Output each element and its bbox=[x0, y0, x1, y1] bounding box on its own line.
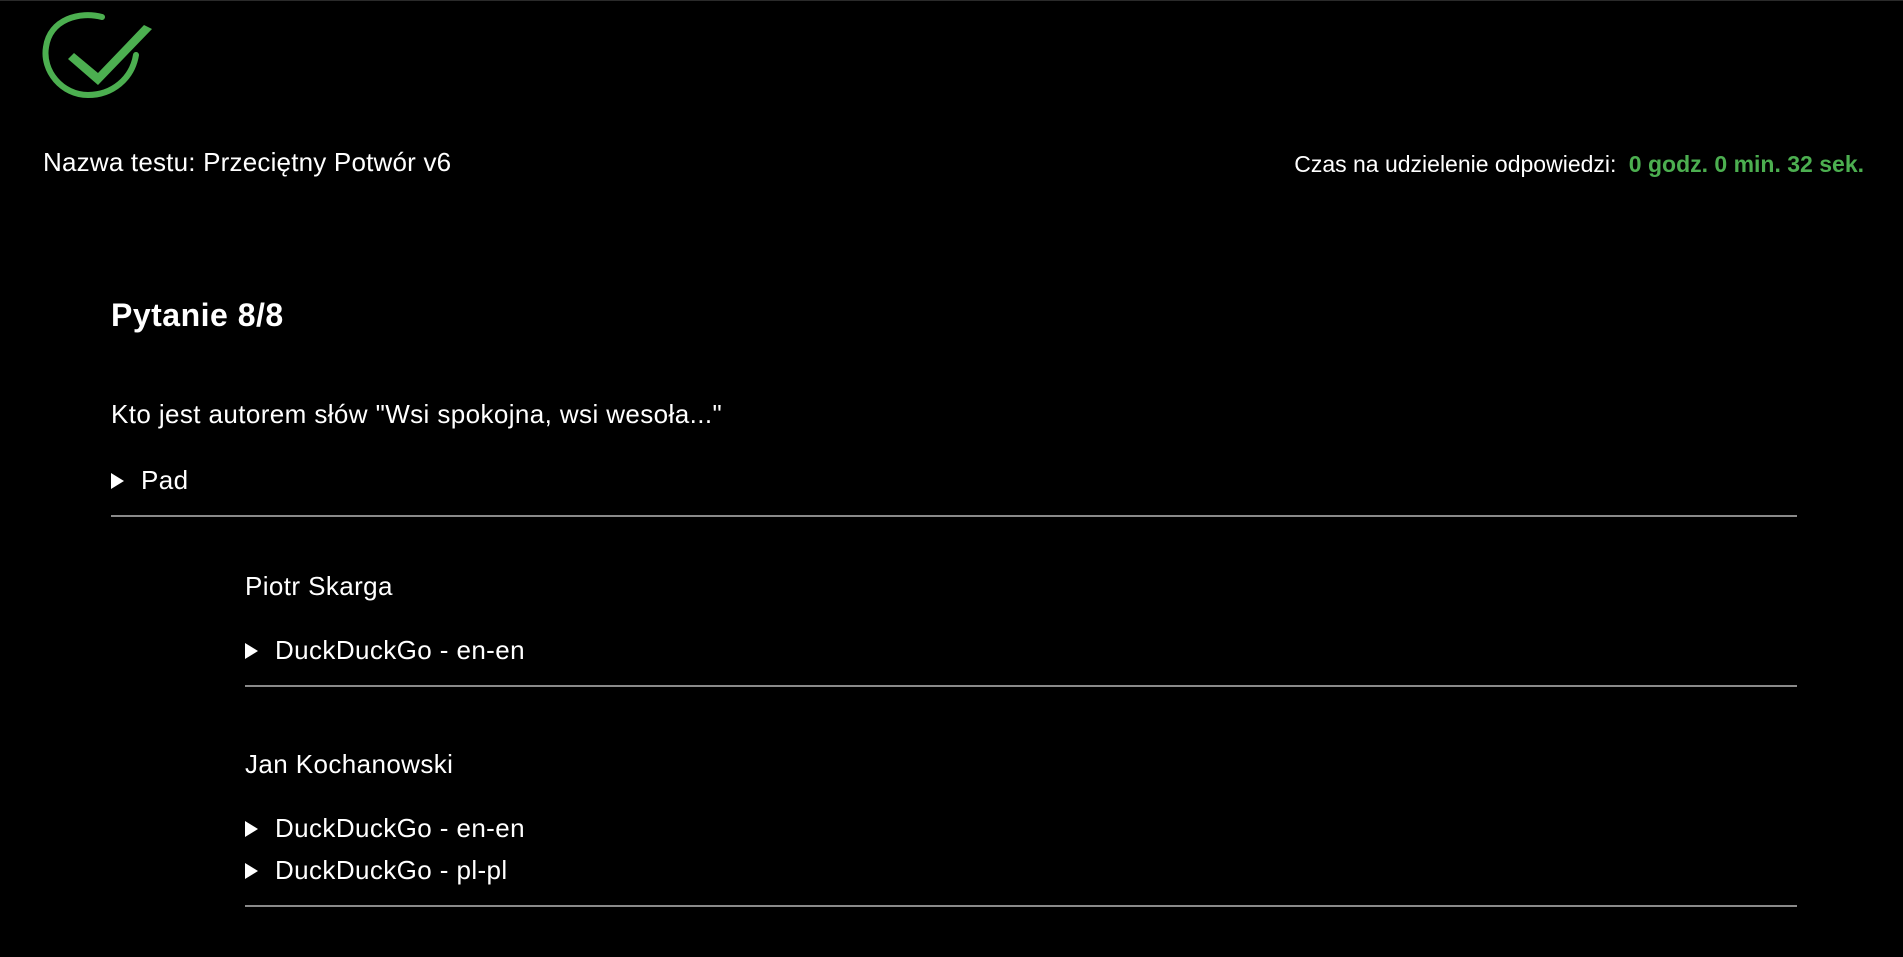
disclosure-triangle-icon bbox=[111, 472, 124, 489]
timer-label: Czas na udzielenie odpowiedzi: bbox=[1294, 151, 1617, 177]
question-hint-label: Pad bbox=[141, 465, 189, 495]
checkmark-circle-icon bbox=[42, 12, 152, 99]
answer-divider bbox=[245, 905, 1797, 907]
search-link-label: DuckDuckGo - en-en bbox=[275, 813, 525, 843]
answer-search-link-toggle[interactable]: DuckDuckGo - en-en bbox=[245, 635, 525, 666]
test-name: Nazwa testu: Przeciętny Potwór v6 bbox=[43, 147, 452, 177]
answer-search-link-toggle[interactable]: DuckDuckGo - en-en bbox=[245, 813, 525, 844]
question-divider bbox=[111, 515, 1797, 517]
answer-divider bbox=[245, 685, 1797, 687]
quiz-page: Nazwa testu: Przeciętny Potwór v6 Czas n… bbox=[0, 0, 1903, 957]
disclosure-triangle-icon bbox=[245, 642, 258, 659]
search-link-label: DuckDuckGo - en-en bbox=[275, 635, 525, 665]
disclosure-triangle-icon bbox=[245, 820, 258, 837]
answer-timer: Czas na udzielenie odpowiedzi: 0 godz. 0… bbox=[1294, 151, 1864, 178]
answer-option-jan-kochanowski[interactable]: Jan Kochanowski bbox=[245, 749, 453, 780]
question-text: Kto jest autorem słów "Wsi spokojna, wsi… bbox=[111, 399, 723, 429]
search-link-label: DuckDuckGo - pl-pl bbox=[275, 855, 508, 885]
question-title: Pytanie 8/8 bbox=[111, 297, 284, 333]
timer-value: 0 godz. 0 min. 32 sek. bbox=[1628, 151, 1864, 177]
question-hint-toggle[interactable]: Pad bbox=[111, 465, 188, 496]
disclosure-triangle-icon bbox=[245, 862, 258, 879]
answer-search-link-toggle[interactable]: DuckDuckGo - pl-pl bbox=[245, 855, 508, 886]
answer-option-piotr-skarga[interactable]: Piotr Skarga bbox=[245, 571, 393, 602]
